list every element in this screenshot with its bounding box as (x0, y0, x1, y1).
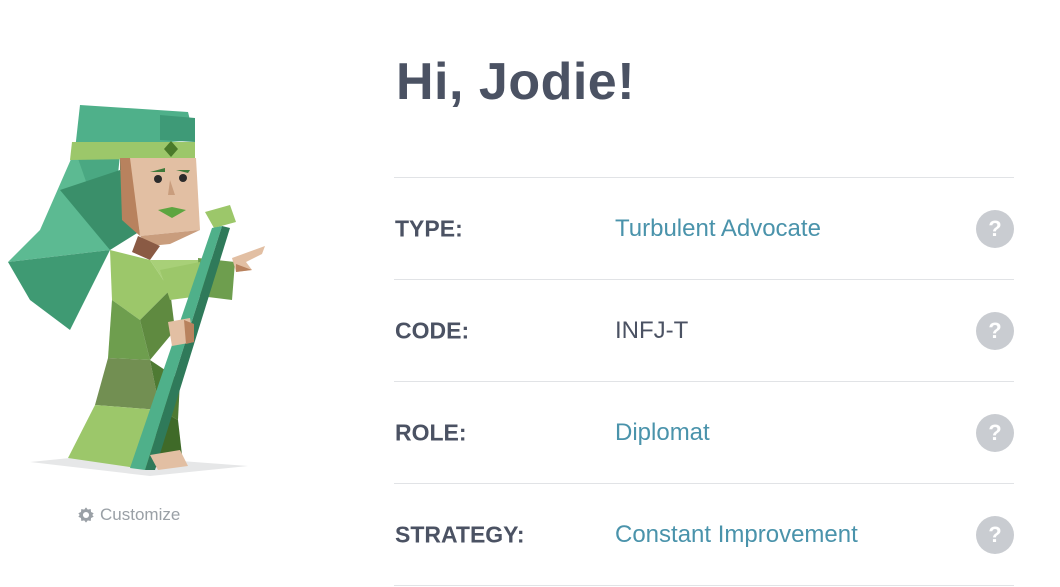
profile-row-role: ROLE: Diplomat ? (394, 381, 1014, 483)
help-icon[interactable]: ? (976, 515, 1014, 554)
page-title: Hi, Jodie! (396, 53, 636, 111)
strategy-link[interactable]: Constant Improvement (615, 521, 858, 549)
profile-row-type: TYPE: Turbulent Advocate ? (394, 177, 1014, 279)
row-label: STRATEGY: (395, 521, 525, 547)
personality-type-link[interactable]: Turbulent Advocate (615, 215, 821, 243)
gear-icon (77, 506, 95, 524)
row-label: CODE: (395, 317, 470, 343)
help-icon[interactable]: ? (976, 311, 1014, 350)
profile-attributes-table: TYPE: Turbulent Advocate ? CODE: INFJ-T … (394, 177, 1014, 586)
profile-row-strategy: STRATEGY: Constant Improvement ? (394, 483, 1014, 586)
help-icon[interactable]: ? (976, 413, 1014, 452)
personality-profile-page: Customize Hi, Jodie! TYPE: Turbulent Adv… (0, 0, 1060, 587)
personality-code-value: INFJ-T (615, 316, 689, 344)
customize-link[interactable]: Customize (77, 505, 180, 525)
help-icon[interactable]: ? (976, 209, 1014, 248)
row-label: ROLE: (395, 419, 467, 445)
row-label: TYPE: (395, 215, 463, 241)
role-link[interactable]: Diplomat (615, 419, 710, 447)
profile-row-code: CODE: INFJ-T ? (394, 279, 1014, 381)
customize-label: Customize (100, 505, 181, 524)
avatar-illustration (0, 95, 275, 485)
